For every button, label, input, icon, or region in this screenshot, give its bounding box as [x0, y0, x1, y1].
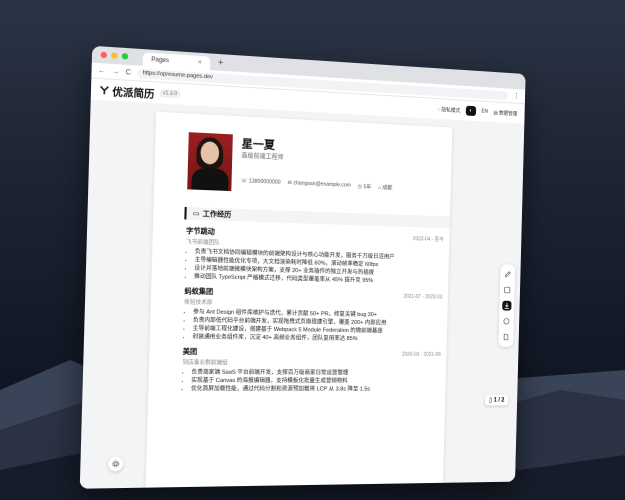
browser-menu-icon[interactable]: ⋮ — [513, 92, 520, 100]
city-item: ⌂ 成都 — [377, 184, 393, 192]
tab-close-icon[interactable]: × — [198, 59, 202, 65]
layout-icon[interactable] — [503, 285, 512, 295]
entry-bullet: 优化首屏加载性能，通过代码分割和资源预加载将 LCP 从 3.8s 降至 1.5… — [191, 385, 440, 394]
theme-palette-icon[interactable] — [502, 316, 511, 326]
edit-icon[interactable] — [503, 269, 512, 279]
phone-item: ☏ 13800000000 — [240, 178, 281, 186]
gear-icon — [111, 460, 120, 469]
section-header-work: ▭ 工作经历 — [184, 206, 451, 229]
years-item: ◷ 5年 — [357, 183, 372, 191]
resume-page: 星一夏 高级前端工程师 ☏ 13800000000 ✉ zhangsan@exa… — [145, 111, 453, 489]
email-item: ✉ zhangsan@example.com — [287, 180, 351, 189]
entry-dept: 到店事业群前端组 — [182, 359, 228, 367]
company-name: 蚂蚁集团 — [184, 288, 214, 297]
work-entries: 字节跳动 2023-04 - 至今 飞书前端团队 负责飞书文档协同编辑模块的前端… — [181, 226, 444, 399]
floating-toolbar — [498, 264, 516, 347]
entry-date: 2023-04 - 至今 — [412, 236, 444, 244]
new-tab-button[interactable]: + — [218, 57, 224, 68]
company-name: 字节跳动 — [185, 227, 215, 236]
years-text: 5年 — [363, 184, 372, 191]
theme-toggle-button[interactable]: ◐ — [465, 105, 477, 117]
browser-window: Pages × + ← → C https://opresume.pages.d… — [79, 45, 526, 489]
work-entry: 字节跳动 2023-04 - 至今 飞书前端团队 负责飞书文档协同编辑模块的前端… — [185, 226, 444, 287]
download-icon[interactable] — [502, 300, 512, 311]
avatar[interactable] — [187, 132, 233, 192]
entry-date: 2020-03 - 2021-06 — [401, 351, 441, 358]
back-icon[interactable]: ← — [98, 67, 106, 75]
logo-text: 优派简历 — [112, 86, 155, 101]
maximize-window-dot[interactable] — [121, 52, 129, 60]
briefcase-icon: ▭ — [192, 210, 200, 218]
email-text: zhangsan@example.com — [293, 180, 351, 189]
editor-canvas: 星一夏 高级前端工程师 ☏ 13800000000 ✉ zhangsan@exa… — [79, 99, 525, 489]
work-entry: 蚂蚁集团 2021-07 - 2023-03 体验技术部 参与 Ant Desi… — [183, 286, 442, 344]
privacy-mode-button[interactable]: ◌ 隐私模式 — [437, 105, 460, 113]
version-badge: v1.3.0 — [159, 88, 181, 99]
page-indicator[interactable]: ▯ 1 / 2 — [485, 394, 509, 406]
close-window-dot[interactable] — [100, 51, 108, 59]
forward-icon[interactable]: → — [112, 68, 120, 76]
app-logo[interactable]: 优派简历 — [99, 82, 155, 101]
resume-job-title: 高级前端工程师 — [241, 153, 284, 162]
page-count: 1 / 2 — [493, 397, 505, 404]
phone-text: 13800000000 — [248, 178, 281, 186]
reload-icon[interactable]: C — [126, 68, 132, 76]
data-manage-label: 数据管理 — [498, 110, 518, 117]
minimize-window-dot[interactable] — [111, 52, 118, 60]
city-text: 成都 — [382, 185, 393, 192]
section-title: 工作经历 — [202, 210, 232, 219]
logo-icon — [100, 85, 110, 95]
work-entry: 美团 2020-03 - 2021-06 到店事业群前端组 负责商家端 SaaS… — [182, 346, 441, 393]
import-icon[interactable] — [501, 332, 510, 342]
avatar-body — [191, 167, 229, 192]
entry-date: 2021-07 - 2023-03 — [403, 293, 443, 301]
settings-button[interactable] — [108, 456, 124, 472]
privacy-mode-label: 隐私模式 — [441, 106, 461, 114]
contact-info: ☏ 13800000000 ✉ zhangsan@example.com ◷ 5… — [241, 178, 393, 191]
data-manage-button[interactable]: ▤ 数据管理 — [493, 109, 517, 117]
header-actions: ◌ 隐私模式 ◐ EN ▤ 数据管理 — [437, 104, 517, 118]
language-button[interactable]: EN — [481, 109, 488, 115]
company-name: 美团 — [182, 348, 198, 356]
tab-title: Pages — [151, 56, 170, 64]
